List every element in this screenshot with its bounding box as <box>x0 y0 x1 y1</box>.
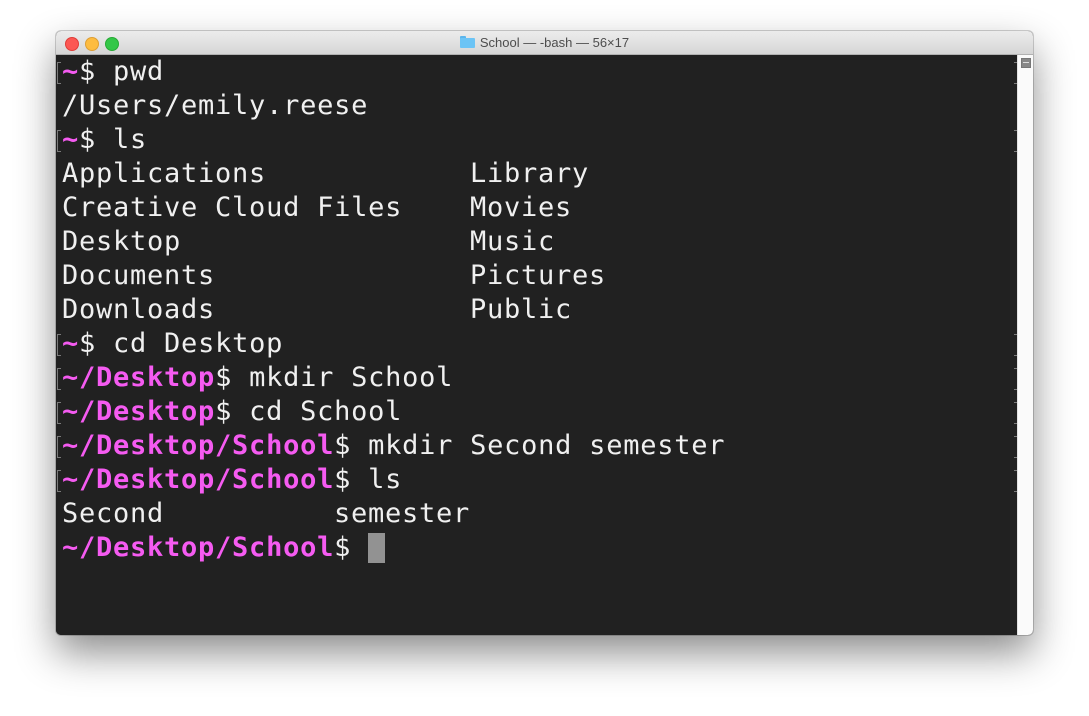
prompt-line: ~$ pwd <box>62 55 164 89</box>
prompt-path: ~/Desktop/School <box>62 532 335 563</box>
prompt-line: ~/Desktop$ mkdir School <box>62 361 453 395</box>
output-column-2: semester <box>334 498 471 529</box>
line-mark-left <box>57 436 61 458</box>
prompt-symbol: $ <box>79 328 97 359</box>
command-text: ls <box>96 124 148 155</box>
prompt-path: ~ <box>62 328 80 359</box>
command-text: pwd <box>96 56 165 87</box>
command-text: mkdir Second semester <box>351 430 726 461</box>
output-column-1: Creative Cloud Files <box>62 192 403 223</box>
window-title: School — -bash — 56×17 <box>56 31 1033 54</box>
prompt-line: ~/Desktop/School$ ls <box>62 463 402 497</box>
prompt-path: ~/Desktop/School <box>62 464 335 495</box>
output-column-2: Public <box>470 294 573 325</box>
terminal-content[interactable]: ~$ pwd/Users/emily.reese ~$ ls Application… <box>56 55 1018 635</box>
command-text: mkdir School <box>232 362 454 393</box>
scrollbar[interactable] <box>1017 55 1033 635</box>
output-column-1: Applications <box>62 158 267 189</box>
prompt-path: ~ <box>62 56 80 87</box>
prompt-symbol: $ <box>334 464 352 495</box>
output-column-1: Desktop <box>62 226 182 257</box>
line-mark-left <box>57 470 61 492</box>
prompt-path: ~/Desktop/School <box>62 430 335 461</box>
prompt-path: ~/Desktop <box>62 362 216 393</box>
terminal-window: School — -bash — 56×17 ~$ pwd/Users/emil… <box>56 31 1033 635</box>
prompt-line: ~/Desktop$ cd School <box>62 395 402 429</box>
prompt-symbol: $ <box>334 430 352 461</box>
command-text <box>351 532 368 563</box>
line-mark-left <box>57 368 61 390</box>
prompt-symbol: $ <box>79 56 97 87</box>
output-column-1: Second <box>62 498 165 529</box>
output-line: Desktop Music <box>62 225 962 259</box>
output-column-1: Downloads <box>62 294 216 325</box>
output-column-2: Music <box>470 226 556 257</box>
output-column-2: Library <box>470 158 590 189</box>
prompt-line: ~$ ls <box>62 123 147 157</box>
line-mark-left <box>57 402 61 424</box>
prompt-path: ~/Desktop <box>62 396 216 427</box>
title-bar[interactable]: School — -bash — 56×17 <box>56 31 1033 55</box>
prompt-line: ~/Desktop/School$ <box>62 531 386 565</box>
prompt-line: ~/Desktop/School$ mkdir Second semester <box>62 429 725 463</box>
prompt-symbol: $ <box>215 396 233 427</box>
output-text: /Users/emily.reese <box>62 90 369 121</box>
line-mark-left <box>57 62 61 84</box>
text-cursor <box>368 533 386 563</box>
output-line: Documents Pictures <box>62 259 962 293</box>
output-line: /Users/emily.reese <box>62 89 368 123</box>
prompt-symbol: $ <box>215 362 233 393</box>
output-line: Second semester <box>62 497 962 531</box>
command-text: cd School <box>232 396 403 427</box>
prompt-line: ~$ cd Desktop <box>62 327 283 361</box>
command-text: cd Desktop <box>96 328 284 359</box>
output-column-2: Movies <box>470 192 573 223</box>
prompt-symbol: $ <box>334 532 352 563</box>
command-text: ls <box>351 464 403 495</box>
prompt-symbol: $ <box>79 124 97 155</box>
line-mark-left <box>57 130 61 152</box>
split-pane-icon[interactable] <box>1021 58 1031 68</box>
folder-icon <box>459 36 475 48</box>
window-title-text: School — -bash — 56×17 <box>479 35 630 50</box>
line-mark-left <box>57 334 61 356</box>
prompt-path: ~ <box>62 124 80 155</box>
output-column-2: Pictures <box>470 260 607 291</box>
output-line: Creative Cloud Files Movies <box>62 191 962 225</box>
output-line: Applications Library <box>62 157 962 191</box>
output-line: Downloads Public <box>62 293 962 327</box>
output-column-1: Documents <box>62 260 216 291</box>
